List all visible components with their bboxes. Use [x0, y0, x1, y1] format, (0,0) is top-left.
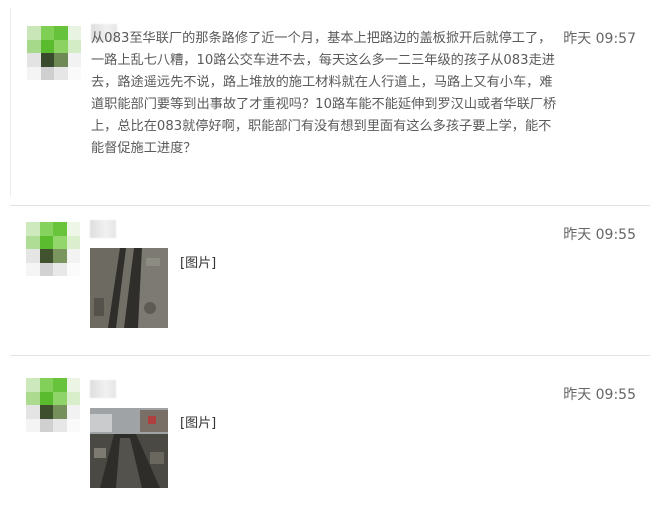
attached-photo[interactable]	[90, 248, 168, 328]
street-photo-image	[90, 408, 168, 488]
message-item: 昨天 09:55 [图片]	[10, 210, 650, 346]
username-blurred	[90, 220, 116, 238]
avatar[interactable]	[27, 26, 81, 80]
message-item: 昨天 09:57 从083至华联厂的那条路修了近一个月，基本上把路边的盖板掀开后…	[10, 8, 650, 196]
image-placeholder-label: [图片]	[180, 256, 217, 271]
message-time: 昨天 09:57	[563, 31, 636, 47]
avatar[interactable]	[26, 222, 80, 276]
message-time: 昨天 09:55	[563, 387, 636, 403]
message-item: 昨天 09:55 [图片]	[10, 366, 650, 506]
attached-photo[interactable]	[90, 408, 168, 488]
image-placeholder-label: [图片]	[180, 416, 217, 431]
avatar[interactable]	[26, 378, 80, 432]
username-blurred	[90, 380, 116, 398]
message-text: 从083至华联厂的那条路修了近一个月，基本上把路边的盖板掀开后就停工了，一路上乱…	[91, 31, 557, 156]
divider	[10, 355, 650, 356]
road-photo-image	[90, 248, 168, 328]
message-time: 昨天 09:55	[563, 227, 636, 243]
divider	[10, 205, 650, 206]
